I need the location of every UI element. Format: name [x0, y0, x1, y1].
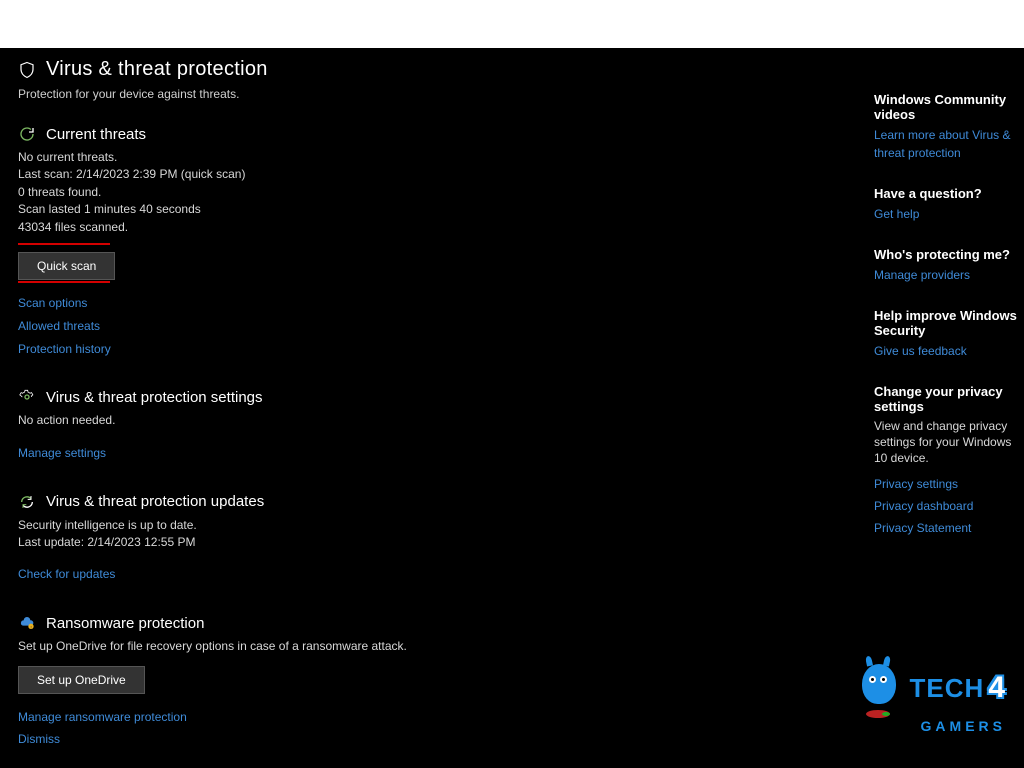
updates-last-update: Last update: 2/14/2023 12:55 PM [18, 534, 658, 551]
side-manage-providers-link[interactable]: Manage providers [874, 266, 1022, 284]
watermark-text: TECH 4 [910, 671, 1010, 705]
watermark-gamers: GAMERS [921, 718, 1006, 734]
setup-onedrive-button[interactable]: Set up OneDrive [18, 666, 145, 694]
settings-gear-icon [18, 388, 36, 406]
scan-icon [18, 125, 36, 143]
current-threats-header: Current threats [18, 125, 658, 143]
ransomware-heading: Ransomware protection [46, 615, 204, 632]
files-scanned-text: 43034 files scanned. [18, 219, 658, 236]
settings-heading: Virus & threat protection settings [46, 389, 263, 406]
side-community-heading: Windows Community videos [874, 92, 1022, 122]
side-question: Have a question? Get help [874, 186, 1022, 223]
ransomware-header: ! Ransomware protection [18, 614, 658, 632]
side-improve: Help improve Windows Security Give us fe… [874, 308, 1022, 360]
page-title: Virus & threat protection [46, 58, 268, 81]
watermark-tech: TECH [910, 673, 985, 704]
highlight-bar-bottom [18, 281, 110, 283]
ransomware-desc: Set up OneDrive for file recovery option… [18, 638, 658, 655]
current-threats-links: Scan options Allowed threats Protection … [18, 292, 658, 360]
manage-settings-link[interactable]: Manage settings [18, 442, 658, 465]
settings-links: Manage settings [18, 442, 658, 465]
onedrive-warning-icon: ! [18, 614, 36, 632]
updates-heading: Virus & threat protection updates [46, 493, 264, 510]
protection-history-link[interactable]: Protection history [18, 338, 658, 361]
side-question-heading: Have a question? [874, 186, 1022, 201]
check-updates-link[interactable]: Check for updates [18, 563, 658, 586]
side-protecting: Who's protecting me? Manage providers [874, 247, 1022, 284]
privacy-statement-link[interactable]: Privacy Statement [874, 519, 1022, 537]
highlight-bar-top [18, 243, 110, 245]
shield-icon [18, 61, 36, 79]
page-title-row: Virus & threat protection [18, 58, 658, 81]
side-feedback-link[interactable]: Give us feedback [874, 342, 1022, 360]
quick-scan-button[interactable]: Quick scan [18, 252, 115, 280]
svg-text:!: ! [30, 624, 31, 629]
updates-header: Virus & threat protection updates [18, 493, 658, 511]
no-threats-text: No current threats. [18, 149, 658, 166]
threats-found-text: 0 threats found. [18, 184, 658, 201]
manage-ransomware-link[interactable]: Manage ransomware protection [18, 706, 658, 729]
side-community-link[interactable]: Learn more about Virus & threat protecti… [874, 126, 1022, 162]
side-improve-heading: Help improve Windows Security [874, 308, 1022, 338]
side-community: Windows Community videos Learn more abou… [874, 92, 1022, 162]
dismiss-link[interactable]: Dismiss [18, 728, 658, 751]
side-protecting-heading: Who's protecting me? [874, 247, 1022, 262]
scan-options-link[interactable]: Scan options [18, 292, 658, 315]
windows-security-virus-threat-page: Virus & threat protection Protection for… [0, 48, 1024, 768]
updates-status: Security intelligence is up to date. [18, 517, 658, 534]
side-privacy: Change your privacy settings View and ch… [874, 384, 1022, 537]
settings-status: No action needed. [18, 412, 658, 429]
current-threats-status: No current threats. Last scan: 2/14/2023… [18, 149, 658, 236]
page-subtitle: Protection for your device against threa… [18, 87, 658, 101]
scan-duration-text: Scan lasted 1 minutes 40 seconds [18, 201, 658, 218]
watermark-logo: TECH 4 [854, 658, 1010, 718]
update-sync-icon [18, 493, 36, 511]
watermark-four: 4 [988, 671, 1006, 705]
privacy-settings-link[interactable]: Privacy settings [874, 475, 1022, 493]
privacy-dashboard-link[interactable]: Privacy dashboard [874, 497, 1022, 515]
side-get-help-link[interactable]: Get help [874, 205, 1022, 223]
allowed-threats-link[interactable]: Allowed threats [18, 315, 658, 338]
side-privacy-heading: Change your privacy settings [874, 384, 1022, 414]
side-privacy-desc: View and change privacy settings for you… [874, 418, 1022, 467]
settings-header: Virus & threat protection settings [18, 388, 658, 406]
watermark-mascot-icon [854, 658, 904, 718]
current-threats-heading: Current threats [46, 126, 146, 143]
last-scan-text: Last scan: 2/14/2023 2:39 PM (quick scan… [18, 166, 658, 183]
side-column: Windows Community videos Learn more abou… [874, 92, 1024, 561]
ransomware-links: Manage ransomware protection Dismiss [18, 706, 658, 752]
main-column: Virus & threat protection Protection for… [18, 58, 658, 751]
updates-links: Check for updates [18, 563, 658, 586]
quick-scan-highlight: Quick scan [18, 246, 115, 280]
